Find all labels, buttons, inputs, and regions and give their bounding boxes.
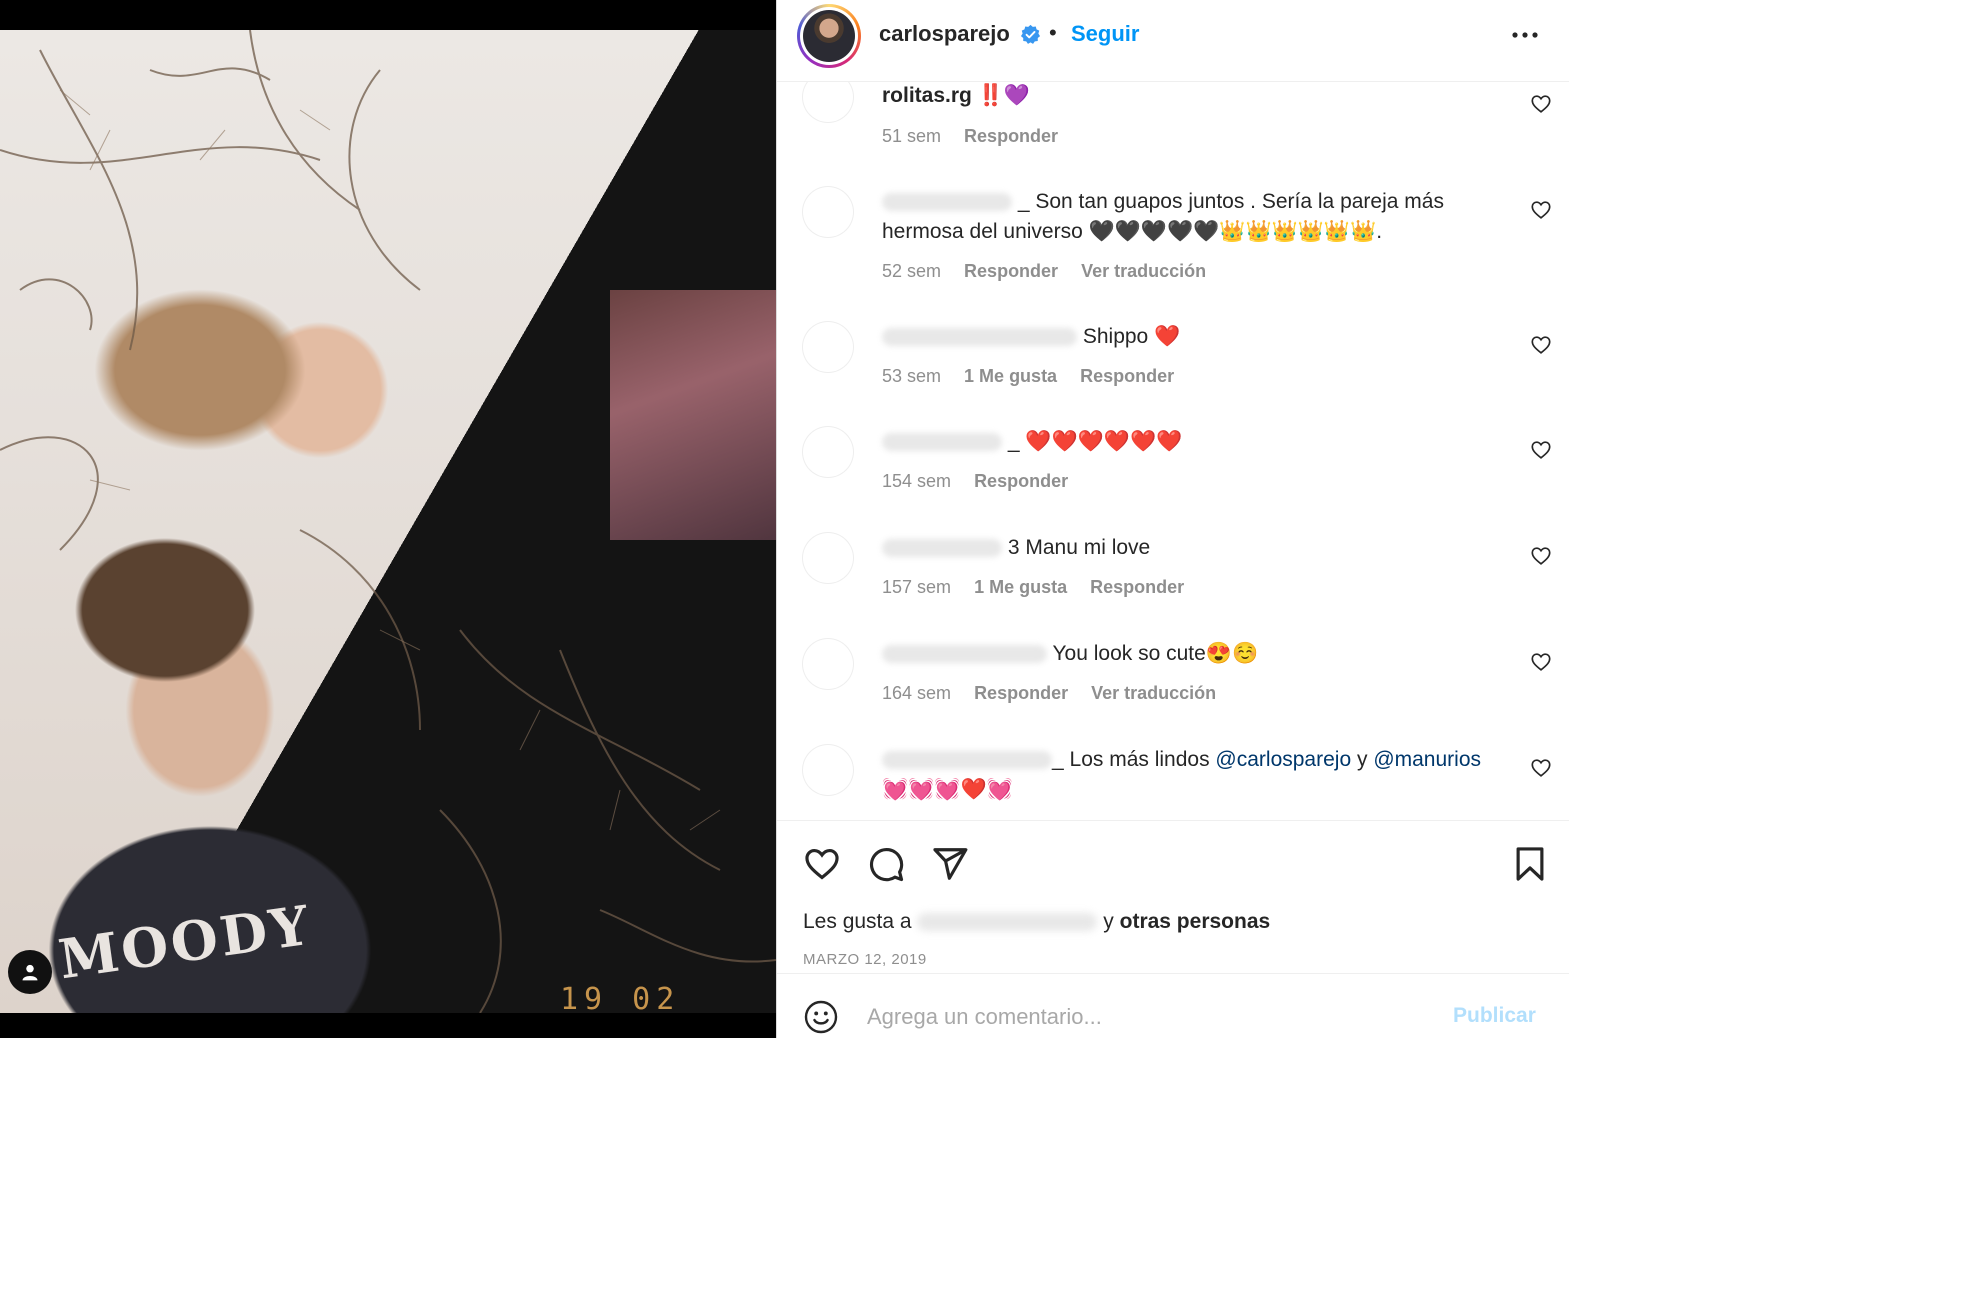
blurred-username [882, 539, 1002, 558]
comment-time[interactable]: 51 sem [882, 126, 941, 146]
commenter-avatar[interactable] [803, 427, 853, 477]
reply-button[interactable]: Responder [964, 126, 1058, 146]
see-translation-button[interactable]: Ver traducción [1091, 683, 1216, 703]
comment-meta: 52 sem Responder Ver traducción [882, 261, 1224, 282]
post-image[interactable]: MOODY 19 02 '19 [0, 30, 776, 1013]
likes-summary[interactable]: Les gusta a y otras personas [803, 910, 1270, 934]
comment-time[interactable]: 52 sem [882, 261, 941, 281]
comment-body: You look so cute😍☺️ [1052, 642, 1259, 665]
blurred-username [882, 751, 1052, 770]
blurred-username [882, 328, 1077, 347]
comment-text: Shippo ❤️ [882, 322, 1482, 352]
comment-text: You look so cute😍☺️ [882, 639, 1482, 669]
commenter-username[interactable]: rolitas.rg [882, 84, 972, 107]
reply-button[interactable]: Responder [1080, 366, 1174, 386]
post-date: MARZO 12, 2019 [803, 951, 927, 968]
post-header: carlosparejo • Seguir [777, 0, 1569, 82]
comment-body: 3 Manu mi love [1007, 536, 1151, 559]
commenter-avatar[interactable] [803, 82, 853, 122]
commenter-avatar[interactable] [803, 322, 853, 372]
comment-body: Shippo ❤️ [1082, 325, 1181, 348]
mention-link[interactable]: @manurios [1373, 748, 1481, 771]
comment-meta: 157 sem 1 Me gusta Responder [882, 577, 1202, 598]
likes-mid: y [1103, 910, 1114, 933]
bookmark-icon[interactable] [1511, 845, 1549, 883]
heart-icon[interactable] [1530, 545, 1552, 567]
share-icon[interactable] [931, 845, 969, 883]
see-translation-button[interactable]: Ver traducción [1081, 261, 1206, 281]
likes-others[interactable]: otras personas [1120, 910, 1271, 933]
follow-button[interactable]: Seguir [1071, 21, 1139, 47]
commenter-avatar[interactable] [803, 187, 853, 237]
comment-meta: 53 sem 1 Me gusta Responder [882, 366, 1192, 387]
publish-button[interactable]: Publicar [1453, 1004, 1536, 1028]
heart-icon[interactable] [1530, 651, 1552, 673]
commenter-avatar[interactable] [803, 533, 853, 583]
comment-meta: 51 sem Responder [882, 126, 1076, 147]
comment-icon[interactable] [867, 845, 905, 883]
comment-time[interactable]: 157 sem [882, 577, 951, 597]
post-action-bar [777, 820, 1569, 890]
heart-icon[interactable] [1530, 439, 1552, 461]
heart-icon[interactable] [1530, 757, 1552, 779]
shirt-print [610, 290, 776, 540]
reply-button[interactable]: Responder [964, 261, 1058, 281]
user-tag-icon [22, 964, 38, 981]
comment-body: _ Los más lindos [1052, 748, 1216, 771]
blurred-username [882, 433, 1002, 452]
comments-list[interactable]: rolitas.rg ‼️💜 51 sem Responder _ Son ta… [777, 82, 1569, 820]
user-tag-button[interactable] [8, 950, 52, 994]
verified-badge-icon [1020, 24, 1041, 44]
comment-body: 💓💓💓❤️💓 [882, 778, 1013, 801]
comment-input[interactable] [865, 996, 1429, 1038]
likes-prefix: Les gusta a [803, 910, 912, 933]
comment-time[interactable]: 53 sem [882, 366, 941, 386]
comment-body: y [1351, 748, 1374, 771]
comment-text: _ Los más lindos @carlosparejo y @manuri… [882, 745, 1482, 805]
comment-time[interactable]: 164 sem [882, 683, 951, 703]
comment-text: rolitas.rg ‼️💜 [882, 82, 1482, 111]
blurred-username [882, 645, 1047, 664]
reply-button[interactable]: Responder [1090, 577, 1184, 597]
post-photo-panel: MOODY 19 02 '19 [0, 0, 776, 1038]
photo-date-stamp: 19 02 '19 [560, 982, 681, 1013]
comment-likes-count[interactable]: 1 Me gusta [974, 577, 1067, 597]
reply-button[interactable]: Responder [974, 683, 1068, 703]
heart-icon[interactable] [1530, 93, 1552, 115]
blurred-liker [917, 913, 1098, 932]
comment-meta: 154 sem Responder [882, 471, 1086, 492]
commenter-avatar[interactable] [803, 639, 853, 689]
avatar [803, 10, 855, 62]
header-separator: • [1049, 20, 1057, 45]
add-comment-bar: Publicar [777, 973, 1569, 1038]
blurred-username [882, 193, 1012, 212]
comment-text: _ Son tan guapos juntos . Sería la parej… [882, 187, 1482, 247]
avatar-story-ring[interactable] [797, 4, 861, 68]
comment-text: _ ❤️❤️❤️❤️❤️❤️ [882, 427, 1482, 457]
commenter-avatar[interactable] [803, 745, 853, 795]
heart-icon[interactable] [1530, 199, 1552, 221]
comment-likes-count[interactable]: 1 Me gusta [964, 366, 1057, 386]
reply-button[interactable]: Responder [974, 471, 1068, 491]
heart-icon[interactable] [1530, 334, 1552, 356]
comment-body: ‼️💜 [977, 84, 1030, 107]
more-options-icon[interactable] [1511, 30, 1539, 40]
post-details-panel: carlosparejo • Seguir rolitas.rg ‼️💜 51 … [776, 0, 1569, 1038]
post-author-username[interactable]: carlosparejo [879, 21, 1010, 47]
heart-icon[interactable] [803, 845, 841, 883]
comment-text: 3 Manu mi love [882, 533, 1482, 563]
emoji-icon[interactable] [803, 999, 839, 1035]
mention-link[interactable]: @carlosparejo [1215, 748, 1351, 771]
comment-body: _ ❤️❤️❤️❤️❤️❤️ [1007, 430, 1183, 453]
comment-meta: 164 sem Responder Ver traducción [882, 683, 1234, 704]
comment-time[interactable]: 154 sem [882, 471, 951, 491]
